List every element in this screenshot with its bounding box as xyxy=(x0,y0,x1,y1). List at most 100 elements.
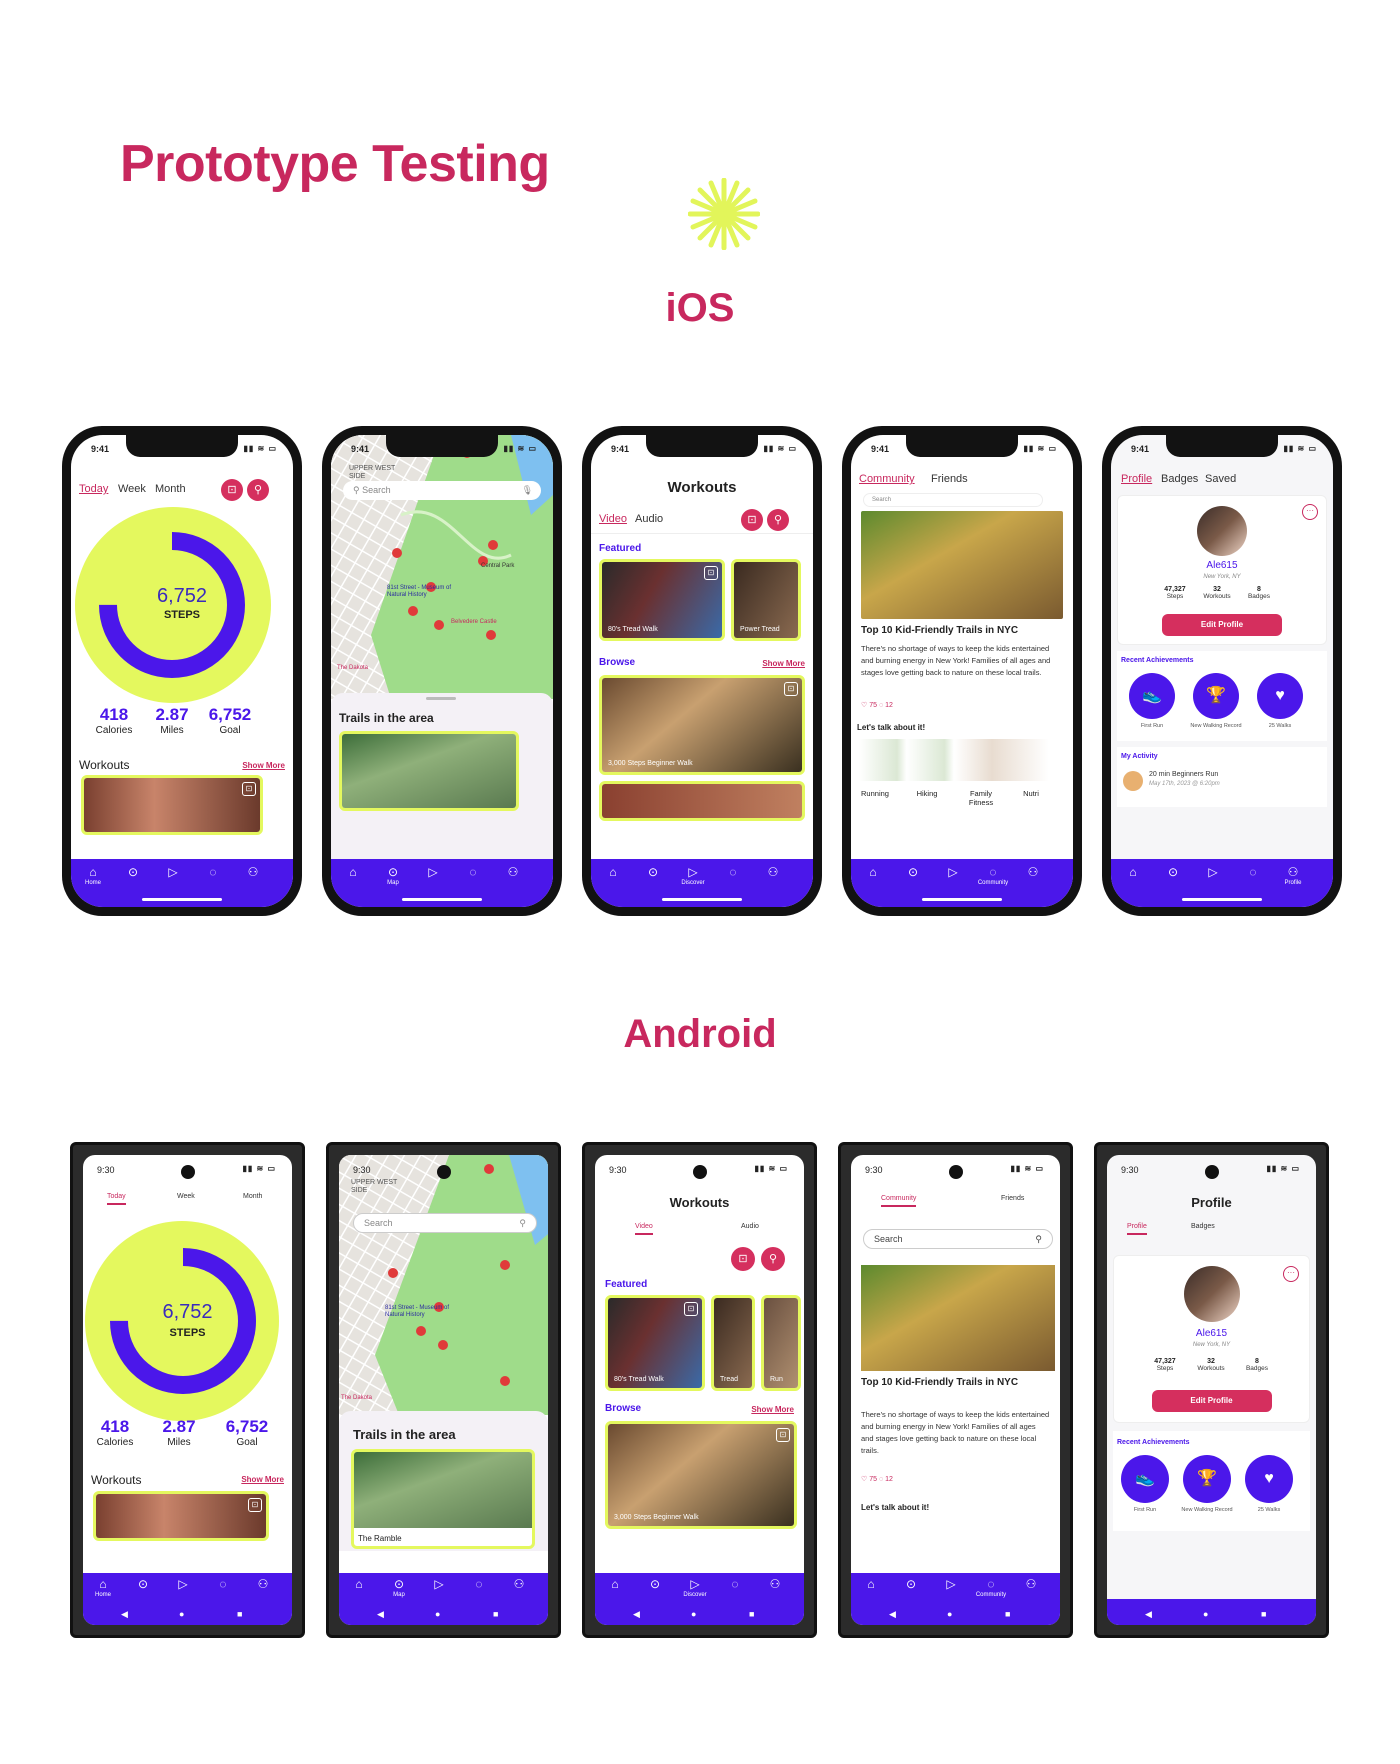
nav-home[interactable]: ⌂ xyxy=(339,1577,381,1591)
article-reactions[interactable]: ♡ 75 ◌ 12 xyxy=(861,1475,893,1483)
tab-saved[interactable]: Saved xyxy=(1205,473,1236,485)
tab-month[interactable]: Month xyxy=(155,483,186,495)
featured-card[interactable]: Tread xyxy=(711,1295,755,1391)
nav-map[interactable]: ⊙ Map xyxy=(377,1577,421,1598)
community-search-input[interactable]: Search xyxy=(863,493,1043,507)
article-title[interactable]: Top 10 Kid-Friendly Trails in NYC xyxy=(861,1377,1020,1388)
bookmark-icon[interactable]: ⊡ xyxy=(248,1498,262,1512)
tab-video[interactable]: Video xyxy=(635,1223,653,1235)
browse-card[interactable]: 3,000 Steps Beginner Walk ⊡ xyxy=(599,675,805,775)
tab-today[interactable]: Today xyxy=(79,483,108,495)
featured-card[interactable]: Run xyxy=(761,1295,801,1391)
recents-button[interactable]: ■ xyxy=(237,1609,242,1619)
edit-profile-button[interactable]: Edit Profile xyxy=(1162,614,1282,636)
nav-discover[interactable]: ▷ xyxy=(161,1577,205,1591)
tab-today[interactable]: Today xyxy=(107,1193,126,1205)
nav-community[interactable]: ◌ Community xyxy=(969,1577,1013,1598)
back-button[interactable]: ◀ xyxy=(1145,1609,1152,1620)
nav-map[interactable]: ⊙ Map xyxy=(371,865,415,886)
home-button[interactable]: ● xyxy=(1203,1609,1208,1619)
nav-map[interactable]: ⊙ xyxy=(633,1577,677,1591)
trail-card[interactable]: The Ramble xyxy=(351,1449,535,1549)
home-button[interactable]: ● xyxy=(179,1609,184,1619)
nav-home[interactable]: ⌂ xyxy=(851,1577,893,1591)
bookmark-icon[interactable]: ⊡ xyxy=(684,1302,698,1316)
tab-week[interactable]: Week xyxy=(118,483,146,495)
nav-community[interactable]: ◌ xyxy=(711,865,755,879)
sheet-handle[interactable] xyxy=(426,697,456,700)
show-more-link[interactable]: Show More xyxy=(242,761,285,770)
tab-week[interactable]: Week xyxy=(177,1193,195,1200)
more-options-icon[interactable]: ··· xyxy=(1283,1266,1299,1282)
avatar[interactable] xyxy=(1183,1266,1240,1322)
nav-home[interactable]: ⌂ xyxy=(1111,865,1155,879)
article-title[interactable]: Top 10 Kid-Friendly Trails in NYC xyxy=(861,625,1063,636)
saved-button[interactable]: ⊡ xyxy=(741,509,763,531)
search-button[interactable]: ⚲ xyxy=(247,479,269,501)
nav-profile[interactable]: ⚇ xyxy=(497,1577,541,1591)
nav-community[interactable]: ◌ xyxy=(713,1577,757,1591)
activity-title[interactable]: 20 min Beginners Run xyxy=(1149,771,1218,778)
tab-community[interactable]: Community xyxy=(859,473,915,485)
home-button[interactable]: ● xyxy=(947,1609,952,1619)
tab-video[interactable]: Video xyxy=(599,513,627,525)
nav-map[interactable]: ⊙ xyxy=(1151,865,1195,879)
trail-card[interactable] xyxy=(339,731,519,811)
nav-profile[interactable]: ⚇ xyxy=(241,1577,285,1591)
nav-home[interactable]: ⌂ xyxy=(595,1577,637,1591)
nav-community[interactable]: ◌ xyxy=(191,865,235,879)
nav-community[interactable]: ◌ Community xyxy=(971,865,1015,886)
article-image[interactable] xyxy=(861,1265,1055,1371)
tab-audio[interactable]: Audio xyxy=(635,513,663,525)
nav-home[interactable]: ⌂ Home xyxy=(71,865,115,886)
nav-discover[interactable]: ▷ xyxy=(151,865,195,879)
tab-audio[interactable]: Audio xyxy=(741,1223,759,1230)
nav-community[interactable]: ◌ xyxy=(1231,865,1275,879)
tab-community[interactable]: Community xyxy=(881,1195,917,1207)
recents-button[interactable]: ■ xyxy=(1261,1609,1266,1619)
home-button[interactable]: ● xyxy=(435,1609,440,1619)
map-search-input[interactable]: ⚲ Search 🎙 xyxy=(343,481,541,500)
back-button[interactable]: ◀ xyxy=(377,1609,384,1620)
nav-discover[interactable]: ▷ xyxy=(1191,865,1235,879)
article-image[interactable] xyxy=(861,511,1063,619)
category-nutrition[interactable]: Nutri xyxy=(1009,789,1053,798)
recents-button[interactable]: ■ xyxy=(493,1609,498,1619)
edit-profile-button[interactable]: Edit Profile xyxy=(1151,1390,1272,1412)
show-more-link[interactable]: Show More xyxy=(762,659,805,668)
search-button[interactable]: ⚲ xyxy=(767,509,789,531)
show-more-link[interactable]: Show More xyxy=(241,1475,284,1484)
tab-friends[interactable]: Friends xyxy=(1001,1195,1024,1202)
article-reactions[interactable]: ♡ 75 ◌ 12 xyxy=(861,701,893,709)
back-button[interactable]: ◀ xyxy=(633,1609,640,1620)
badge-first-run[interactable]: 👟 xyxy=(1121,1455,1169,1503)
tab-month[interactable]: Month xyxy=(243,1193,262,1200)
map-view[interactable]: UPPER WEST SIDE 81st Street - Museum of … xyxy=(331,435,553,699)
nav-discover[interactable]: ▷ xyxy=(931,865,975,879)
tab-badges[interactable]: Badges xyxy=(1161,473,1198,485)
saved-button[interactable]: ⊡ xyxy=(221,479,243,501)
community-search-input[interactable]: Search ⚲ xyxy=(863,1229,1053,1249)
nav-community[interactable]: ◌ xyxy=(457,1577,501,1591)
back-button[interactable]: ◀ xyxy=(889,1609,896,1620)
category-family-fitness[interactable]: Family Fitness xyxy=(959,789,1003,807)
map-view[interactable]: UPPER WEST SIDE 81st Street - Museum of … xyxy=(339,1155,548,1415)
nav-map[interactable]: ⊙ xyxy=(631,865,675,879)
avatar[interactable] xyxy=(1197,506,1247,556)
back-button[interactable]: ◀ xyxy=(121,1609,128,1620)
nav-profile[interactable]: ⚇ xyxy=(1011,865,1055,879)
map-search-input[interactable]: Search ⚲ xyxy=(353,1213,537,1233)
featured-card[interactable]: 80's Tread Walk ⊡ xyxy=(599,559,725,641)
recents-button[interactable]: ■ xyxy=(749,1609,754,1619)
nav-home[interactable]: ⌂ xyxy=(591,865,635,879)
nav-community[interactable]: ◌ xyxy=(451,865,495,879)
nav-home[interactable]: ⌂ Home xyxy=(83,1577,125,1598)
nav-community[interactable]: ◌ xyxy=(201,1577,245,1591)
show-more-link[interactable]: Show More xyxy=(751,1405,794,1414)
nav-discover[interactable]: ▷ Discover xyxy=(673,1577,717,1598)
home-button[interactable]: ● xyxy=(691,1609,696,1619)
nav-profile[interactable]: ⚇ Profile xyxy=(1271,865,1315,886)
nav-map[interactable]: ⊙ xyxy=(891,865,935,879)
nav-profile[interactable]: ⚇ xyxy=(753,1577,797,1591)
browse-card[interactable] xyxy=(599,781,805,821)
